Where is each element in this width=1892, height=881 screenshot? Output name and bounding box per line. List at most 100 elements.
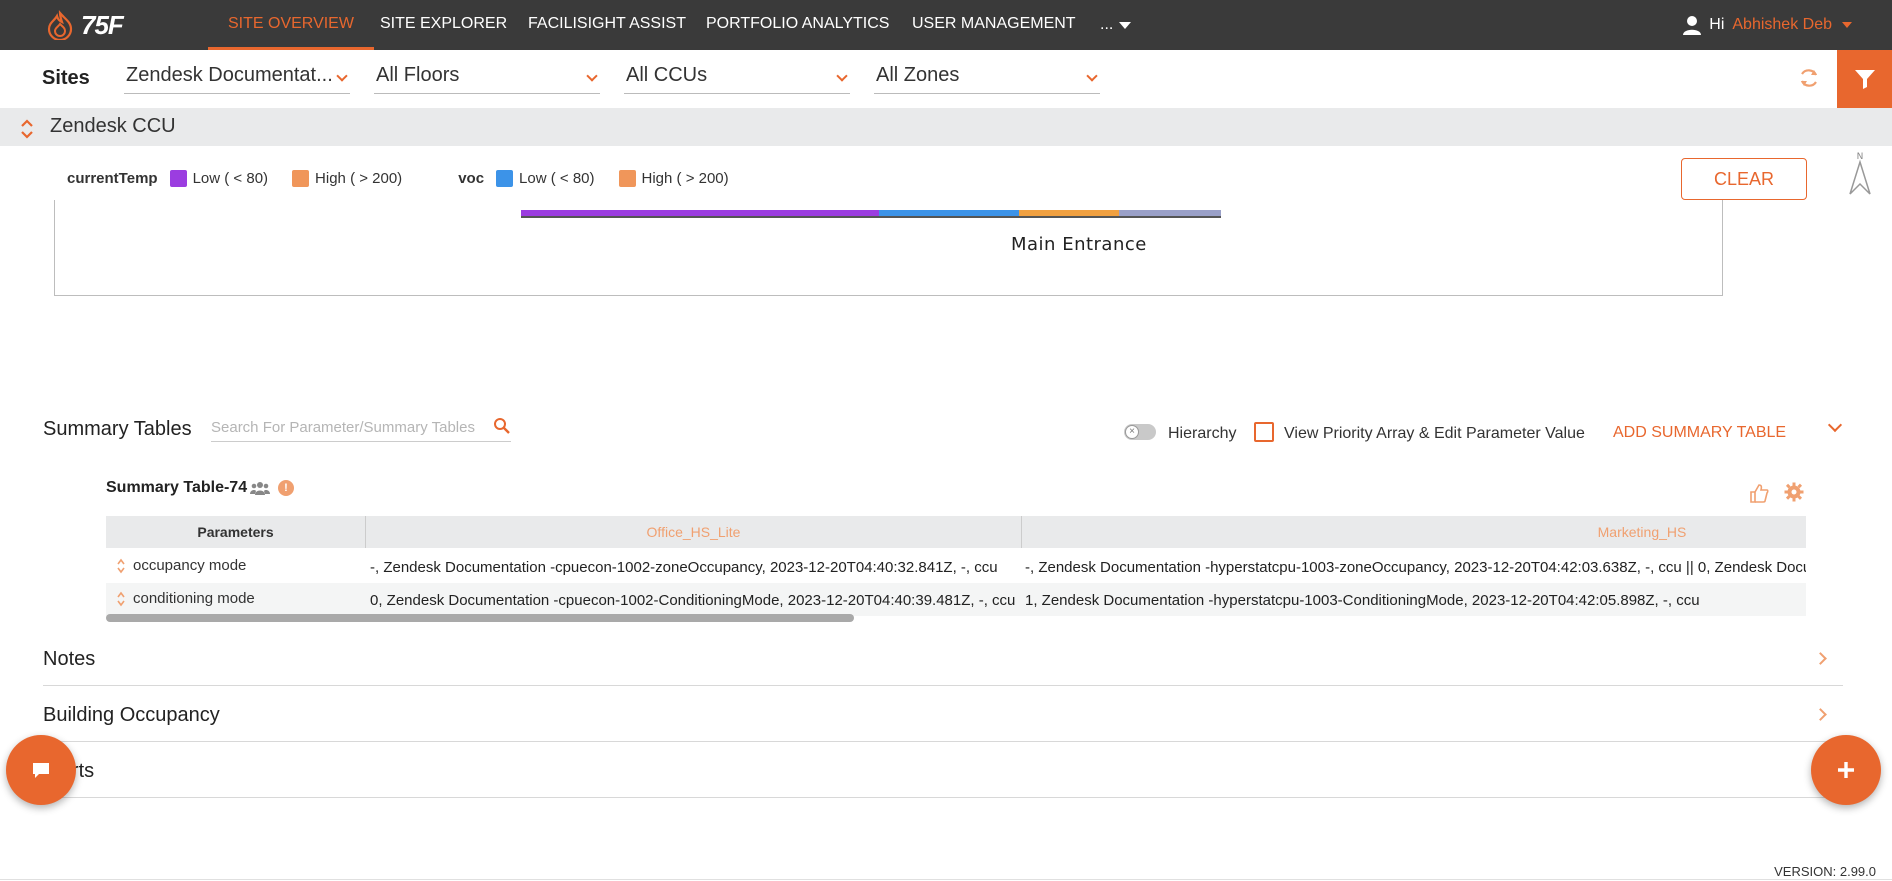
add-button[interactable] (1811, 735, 1881, 805)
hierarchy-toggle[interactable]: × (1124, 424, 1156, 440)
nav-more-label: ... (1100, 16, 1114, 33)
section-notes[interactable]: Notes (43, 630, 1843, 686)
chevron-down-icon (1086, 70, 1098, 82)
users-group-icon[interactable] (250, 480, 270, 496)
nav-site-overview[interactable]: SITE OVERVIEW (208, 0, 374, 50)
table-row: conditioning mode 0, Zendesk Documentati… (106, 583, 1806, 616)
priority-array-checkbox[interactable] (1254, 422, 1274, 442)
chevron-down-icon[interactable] (1827, 417, 1843, 433)
flame-logo-icon (47, 10, 73, 40)
floorplan-view[interactable]: Main Entrance (54, 200, 1723, 296)
user-icon (1683, 16, 1702, 35)
sort-handle-icon[interactable] (117, 591, 125, 607)
summary-table-name: Summary Table-74 (106, 479, 248, 496)
filter-button[interactable] (1837, 50, 1892, 108)
summary-tables-title: Summary Tables (43, 418, 192, 440)
ccu-dropdown-value: All CCUs (626, 64, 708, 86)
section-building-occupancy[interactable]: Building Occupancy (43, 686, 1843, 742)
table-cell[interactable]: -, Zendesk Documentation -hyperstatcpu-1… (1025, 559, 1806, 576)
legend-swatch (292, 170, 310, 187)
sort-handle-icon[interactable] (117, 558, 125, 574)
expand-collapse-icon[interactable] (20, 118, 34, 140)
nav-facilisight-assist[interactable]: FACILISIGHT ASSIST (528, 0, 686, 50)
zone-strip[interactable] (1019, 210, 1119, 218)
zone-strip[interactable] (879, 210, 1019, 218)
chat-icon (33, 763, 49, 778)
legend-low-label: Low ( < 80) (192, 170, 269, 187)
divider (0, 879, 1892, 880)
section-title: Notes (43, 648, 96, 670)
logo-text: 75F (81, 9, 124, 40)
toggle-knob-icon: × (1125, 425, 1139, 439)
table-row: occupancy mode -, Zendesk Documentation … (106, 550, 1806, 583)
legend-high-label: High ( > 200) (641, 170, 729, 187)
legend-item-high: High ( > 200) (618, 170, 729, 187)
chevron-down-icon (336, 70, 348, 82)
column-header-parameters[interactable]: Parameters (106, 516, 366, 548)
section-title: Building Occupancy (43, 704, 220, 726)
version-label: VERSION: 2.99.0 (1774, 864, 1876, 879)
legend-swatch (169, 170, 187, 187)
filter-bar: Sites Zendesk Documentat... All Floors A… (0, 50, 1892, 108)
zone-dropdown[interactable]: All Zones (874, 64, 1100, 94)
gear-icon[interactable] (1784, 482, 1804, 502)
chevron-down-icon (586, 70, 598, 82)
nav-portfolio-analytics[interactable]: PORTFOLIO ANALYTICS (706, 0, 889, 50)
chevron-right-icon (1814, 652, 1827, 665)
refresh-icon[interactable] (1797, 66, 1821, 90)
top-navigation-bar: 75F SITE OVERVIEW SITE EXPLORER FACILISI… (0, 0, 1892, 50)
site-dropdown-value: Zendesk Documentat... (126, 64, 333, 86)
nav-user-management[interactable]: USER MANAGEMENT (912, 0, 1076, 50)
ccu-header[interactable]: Zendesk CCU (0, 108, 1892, 146)
ccu-title: Zendesk CCU (50, 115, 176, 137)
horizontal-scrollbar[interactable] (106, 614, 854, 622)
legend-item-high: High ( > 200) (292, 170, 402, 187)
caret-down-icon (1119, 21, 1132, 29)
table-cell[interactable]: 1, Zendesk Documentation -hyperstatcpu-1… (1025, 592, 1700, 609)
greeting-text: Hi (1709, 16, 1725, 33)
sites-label: Sites (42, 67, 90, 89)
table-cell[interactable]: -, Zendesk Documentation -cpuecon-1002-z… (370, 559, 998, 576)
user-menu[interactable]: Hi Abhishek Deb (1683, 0, 1852, 50)
nav-more-menu[interactable]: ... (1100, 0, 1132, 50)
floor-dropdown-value: All Floors (376, 64, 460, 86)
add-summary-table-button[interactable]: ADD SUMMARY TABLE (1613, 424, 1786, 442)
summary-search-input[interactable]: Search For Parameter/Summary Tables (211, 414, 511, 442)
info-icon[interactable]: ! (278, 480, 294, 496)
legend-swatch (496, 170, 514, 187)
zone-dropdown-value: All Zones (876, 64, 960, 86)
summary-table: Parameters Office_HS_Lite Marketing_HS o… (106, 516, 1806, 616)
legend-low-label: Low ( < 80) (519, 170, 595, 187)
chevron-right-icon (1814, 708, 1827, 721)
table-cell[interactable]: 0, Zendesk Documentation -cpuecon-1002-C… (370, 592, 1015, 609)
north-arrow-icon: N (1849, 152, 1871, 195)
legend-swatch (618, 170, 636, 187)
clear-button[interactable]: CLEAR (1681, 158, 1807, 200)
column-header-office-hs-lite[interactable]: Office_HS_Lite (366, 516, 1022, 548)
thumbs-up-icon[interactable] (1748, 482, 1770, 504)
user-name: Abhishek Deb (1732, 16, 1832, 33)
parameter-name: conditioning mode (133, 590, 255, 607)
search-placeholder: Search For Parameter/Summary Tables (211, 419, 475, 436)
floorplan-label: Main Entrance (1011, 234, 1147, 255)
table-header: Parameters Office_HS_Lite Marketing_HS (106, 516, 1806, 548)
ccu-dropdown[interactable]: All CCUs (624, 64, 850, 94)
plus-icon (1838, 762, 1854, 778)
logo[interactable]: 75F (45, 8, 124, 42)
column-header-marketing-hs[interactable]: Marketing_HS (1022, 516, 1806, 548)
priority-array-label: View Priority Array & Edit Parameter Val… (1284, 425, 1585, 442)
chat-button[interactable] (6, 735, 76, 805)
floor-dropdown[interactable]: All Floors (374, 64, 600, 94)
hierarchy-label: Hierarchy (1168, 425, 1237, 442)
heatmap-legend: currentTemp Low ( < 80) High ( > 200) vo… (67, 170, 753, 187)
legend-high-label: High ( > 200) (315, 170, 403, 187)
zone-strip[interactable] (1119, 210, 1221, 218)
zone-strip[interactable] (521, 210, 879, 218)
legend-label-voc: voc (458, 170, 485, 187)
site-dropdown[interactable]: Zendesk Documentat... (124, 64, 350, 94)
search-icon[interactable] (493, 417, 511, 435)
section-alerts[interactable]: Alerts (43, 742, 1843, 798)
nav-site-explorer[interactable]: SITE EXPLORER (380, 0, 507, 50)
legend-item-low: Low ( < 80) (496, 170, 595, 187)
funnel-icon (1854, 70, 1875, 89)
